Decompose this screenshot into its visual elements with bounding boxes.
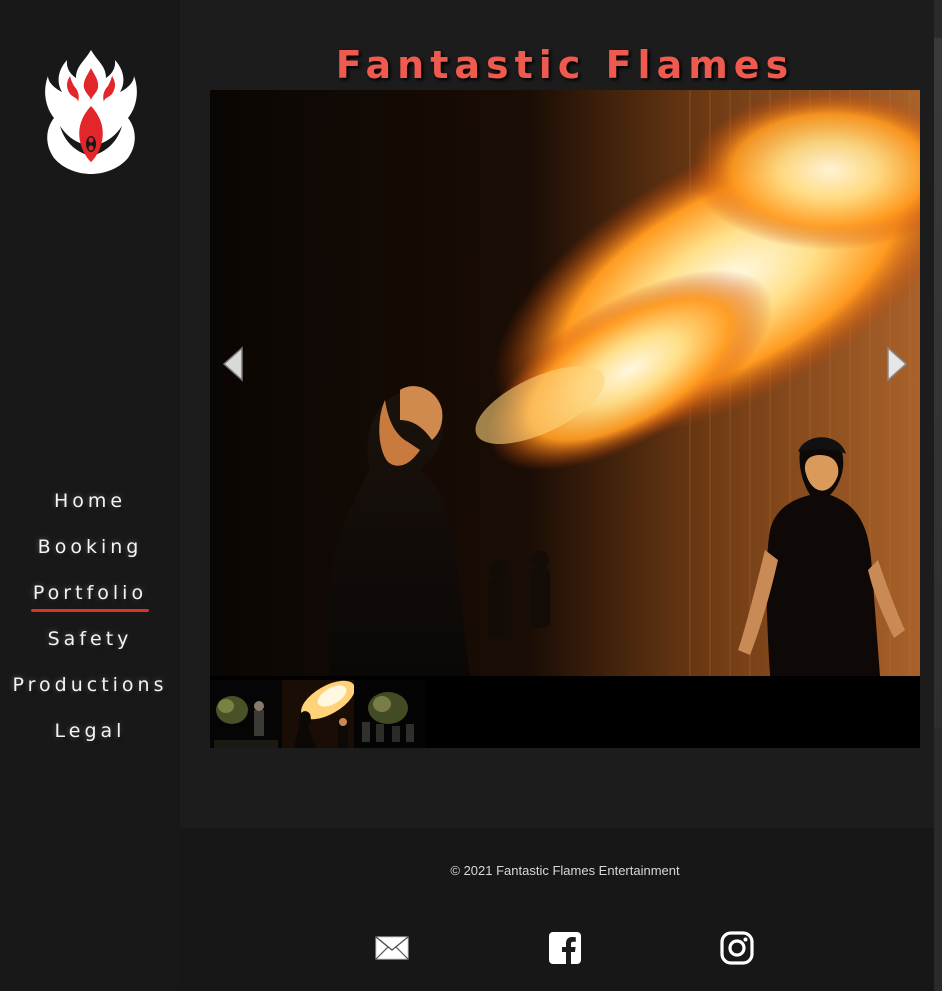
nav-item-label: Portfolio — [30, 570, 150, 616]
instagram-link[interactable] — [719, 930, 755, 966]
nav-item-label: Productions — [12, 674, 168, 696]
photo-slider[interactable] — [210, 90, 920, 676]
scrollbar-thumb[interactable] — [934, 38, 942, 728]
facebook-icon — [549, 932, 581, 964]
nav-item-safety[interactable]: Safety — [0, 616, 180, 662]
fire-breather-thumbnail-image — [282, 680, 354, 748]
nav-item-label: Safety — [47, 628, 133, 650]
thumbnail-crowd-smoke[interactable] — [354, 680, 426, 748]
email-link[interactable] — [374, 930, 410, 966]
performers-thumbnail-image — [210, 680, 282, 748]
prev-slide-button[interactable] — [218, 340, 252, 388]
nav-item-portfolio[interactable]: Portfolio — [0, 570, 180, 616]
triangle-right-icon — [887, 346, 908, 382]
nav-item-label: Home — [53, 490, 127, 512]
next-slide-button[interactable] — [878, 340, 912, 388]
page-title: Fantastic Flames — [335, 43, 795, 88]
footer — [180, 828, 934, 991]
page-scrollbar[interactable] — [934, 0, 942, 991]
nav-item-productions[interactable]: Productions — [0, 662, 180, 708]
nav-item-legal[interactable]: Legal — [0, 708, 180, 754]
triangle-left-icon — [222, 346, 243, 382]
thumbnail-performers-smoke[interactable] — [210, 680, 282, 748]
crowd-thumbnail-image — [354, 680, 426, 748]
facebook-link[interactable] — [547, 930, 583, 966]
nav-item-label: Booking — [37, 536, 143, 558]
nav-item-home[interactable]: Home — [0, 478, 180, 524]
copyright-text: © 2021 Fantastic Flames Entertainment — [450, 863, 680, 878]
fire-breather-photo — [210, 90, 920, 676]
flame-logo-icon[interactable] — [40, 48, 142, 174]
thumbnail-strip — [210, 676, 920, 748]
thumbnail-fire-breather[interactable] — [282, 680, 354, 748]
nav-item-booking[interactable]: Booking — [0, 524, 180, 570]
sidebar: Home Booking Portfolio Safety Production… — [0, 0, 180, 991]
instagram-icon — [720, 931, 754, 965]
main-nav: Home Booking Portfolio Safety Production… — [0, 478, 180, 754]
email-icon — [375, 936, 409, 960]
nav-item-label: Legal — [54, 720, 126, 742]
